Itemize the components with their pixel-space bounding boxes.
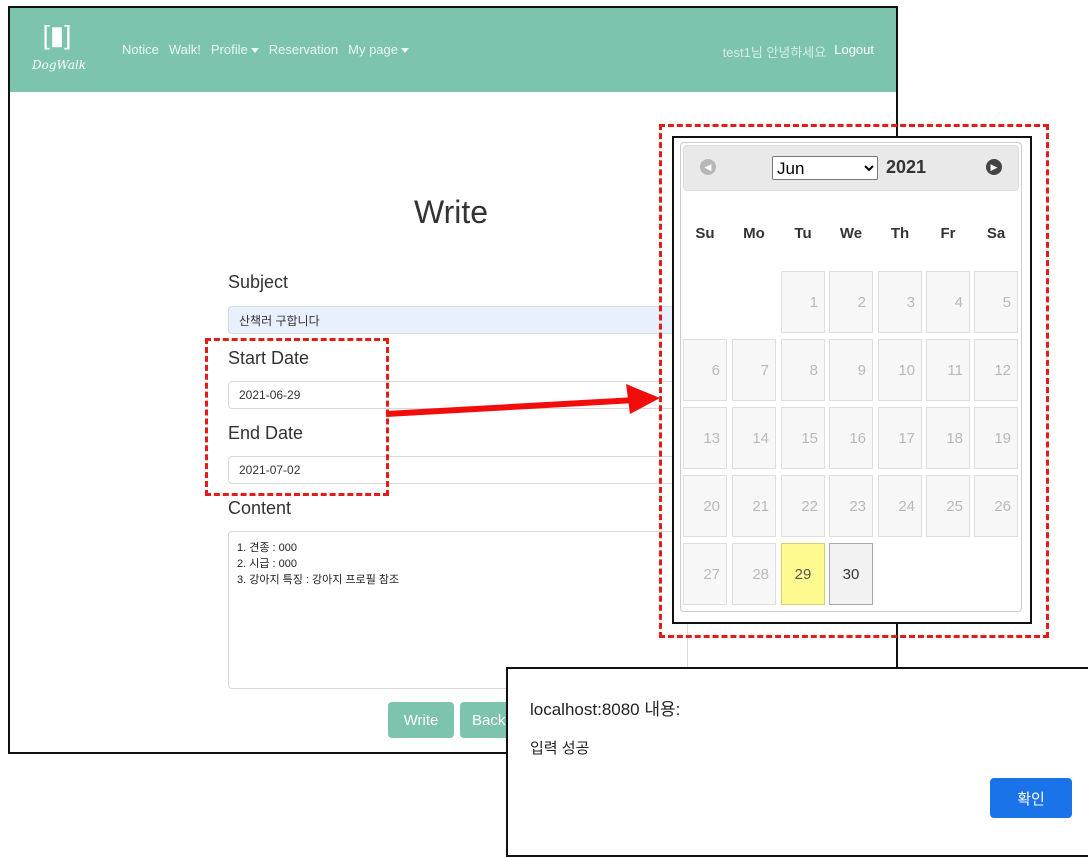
calendar-day[interactable]: 19 — [974, 407, 1018, 469]
weekday-header: Su — [695, 225, 715, 242]
calendar-day[interactable]: 7 — [732, 339, 776, 401]
dialog-message: 입력 성공 — [530, 740, 590, 757]
dialog-title: localhost:8080 내용: — [530, 700, 681, 719]
calendar-day[interactable]: 2 — [829, 271, 873, 333]
datepicker-header: ◀ Jun 2021 ▶ — [683, 145, 1019, 191]
calendar-day[interactable]: 29 — [781, 543, 825, 605]
alert-dialog: localhost:8080 내용: 입력 성공 확인 — [506, 667, 1088, 857]
calendar-day[interactable]: 1 — [781, 271, 825, 333]
dialog-ok-button[interactable]: 확인 — [990, 778, 1072, 818]
calendar-day[interactable]: 23 — [829, 475, 873, 537]
calendar-day[interactable]: 20 — [683, 475, 727, 537]
calendar-day[interactable]: 28 — [732, 543, 776, 605]
calendar-day[interactable]: 25 — [926, 475, 970, 537]
weekday-header: Th — [890, 225, 910, 242]
calendar-day[interactable]: 9 — [829, 339, 873, 401]
datepicker-popup: ◀ Jun 2021 ▶ Su Mo Tu We Th Fr Sa 1 2 3 4 5 6 7 8 9 10 11… — [672, 136, 1032, 624]
weekday-header: Mo — [743, 225, 765, 242]
calendar-day[interactable]: 24 — [878, 475, 922, 537]
calendar-day[interactable]: 14 — [732, 407, 776, 469]
calendar-day[interactable]: 12 — [974, 339, 1018, 401]
calendar-day[interactable]: 16 — [829, 407, 873, 469]
calendar-day[interactable]: 4 — [926, 271, 970, 333]
calendar-day[interactable]: 17 — [878, 407, 922, 469]
weekday-header: We — [839, 225, 863, 242]
calendar-day[interactable]: 27 — [683, 543, 727, 605]
next-month-icon[interactable]: ▶ — [986, 159, 1002, 175]
calendar-day[interactable]: 18 — [926, 407, 970, 469]
calendar-day[interactable]: 15 — [781, 407, 825, 469]
calendar-day[interactable]: 6 — [683, 339, 727, 401]
weekday-header: Fr — [940, 225, 956, 242]
calendar-day[interactable]: 22 — [781, 475, 825, 537]
weekday-header: Sa — [986, 225, 1006, 242]
prev-month-icon[interactable]: ◀ — [700, 159, 716, 175]
datepicker-body: ◀ Jun 2021 ▶ Su Mo Tu We Th Fr Sa 1 2 3 4 5 6 7 8 9 10 11… — [680, 142, 1022, 612]
calendar-day[interactable]: 3 — [878, 271, 922, 333]
calendar-day[interactable]: 10 — [878, 339, 922, 401]
calendar-day[interactable]: 30 — [829, 543, 873, 605]
calendar-day[interactable]: 21 — [732, 475, 776, 537]
calendar-day[interactable]: 8 — [781, 339, 825, 401]
month-select[interactable]: Jun — [772, 156, 878, 180]
calendar-day[interactable]: 11 — [926, 339, 970, 401]
weekday-header: Tu — [794, 225, 812, 242]
year-label: 2021 — [886, 157, 927, 177]
calendar-day[interactable]: 5 — [974, 271, 1018, 333]
calendar-day[interactable]: 13 — [683, 407, 727, 469]
calendar-day[interactable]: 26 — [974, 475, 1018, 537]
